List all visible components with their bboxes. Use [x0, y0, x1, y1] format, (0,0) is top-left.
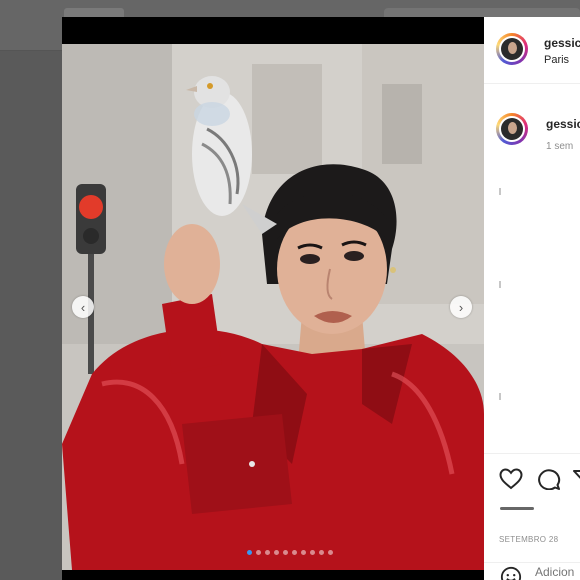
carousel-dot: [265, 550, 270, 555]
chevron-left-icon: ‹: [80, 299, 86, 315]
caption-line-marker: [499, 281, 501, 288]
post-date: SETEMBRO 28: [499, 535, 559, 544]
post-location[interactable]: Paris: [544, 54, 569, 66]
author-avatar[interactable]: [496, 33, 528, 65]
carousel-dot: [274, 550, 279, 555]
author-username[interactable]: gessic: [544, 36, 580, 50]
post-photo[interactable]: [62, 44, 484, 570]
carousel-dot: [247, 550, 252, 555]
prev-slide-button[interactable]: ‹: [72, 296, 94, 318]
post-modal: ‹ › gessic Paris gessic 1 sem SETEMBRO 2…: [62, 17, 580, 580]
carousel-dots: [247, 550, 333, 555]
emoji-icon[interactable]: [500, 566, 522, 580]
caption-line-marker: [499, 393, 501, 400]
share-icon[interactable]: [572, 468, 580, 490]
carousel-dot: [283, 550, 288, 555]
heart-icon[interactable]: [499, 468, 523, 490]
post-header: gessic Paris: [484, 17, 580, 84]
carousel-dot: [301, 550, 306, 555]
likes-summary[interactable]: [500, 507, 534, 510]
carousel-dot: [292, 550, 297, 555]
post-media: ‹ ›: [62, 17, 484, 580]
photo-illustration: [62, 44, 484, 570]
carousel-dot: [319, 550, 324, 555]
next-slide-button[interactable]: ›: [450, 296, 472, 318]
comment-username[interactable]: gessic: [546, 117, 580, 131]
comment-bar: [484, 562, 580, 580]
comment-avatar[interactable]: [496, 113, 528, 145]
post-actions: [484, 453, 580, 504]
comment-input[interactable]: [535, 565, 580, 579]
carousel-dot: [328, 550, 333, 555]
caption-line-marker: [499, 188, 501, 195]
carousel-dot: [256, 550, 261, 555]
comment-time: 1 sem: [546, 141, 574, 152]
post-details-panel: gessic Paris gessic 1 sem SETEMBRO 28: [484, 17, 580, 580]
comment-icon[interactable]: [537, 468, 561, 490]
chevron-right-icon: ›: [458, 299, 464, 315]
carousel-dot: [310, 550, 315, 555]
